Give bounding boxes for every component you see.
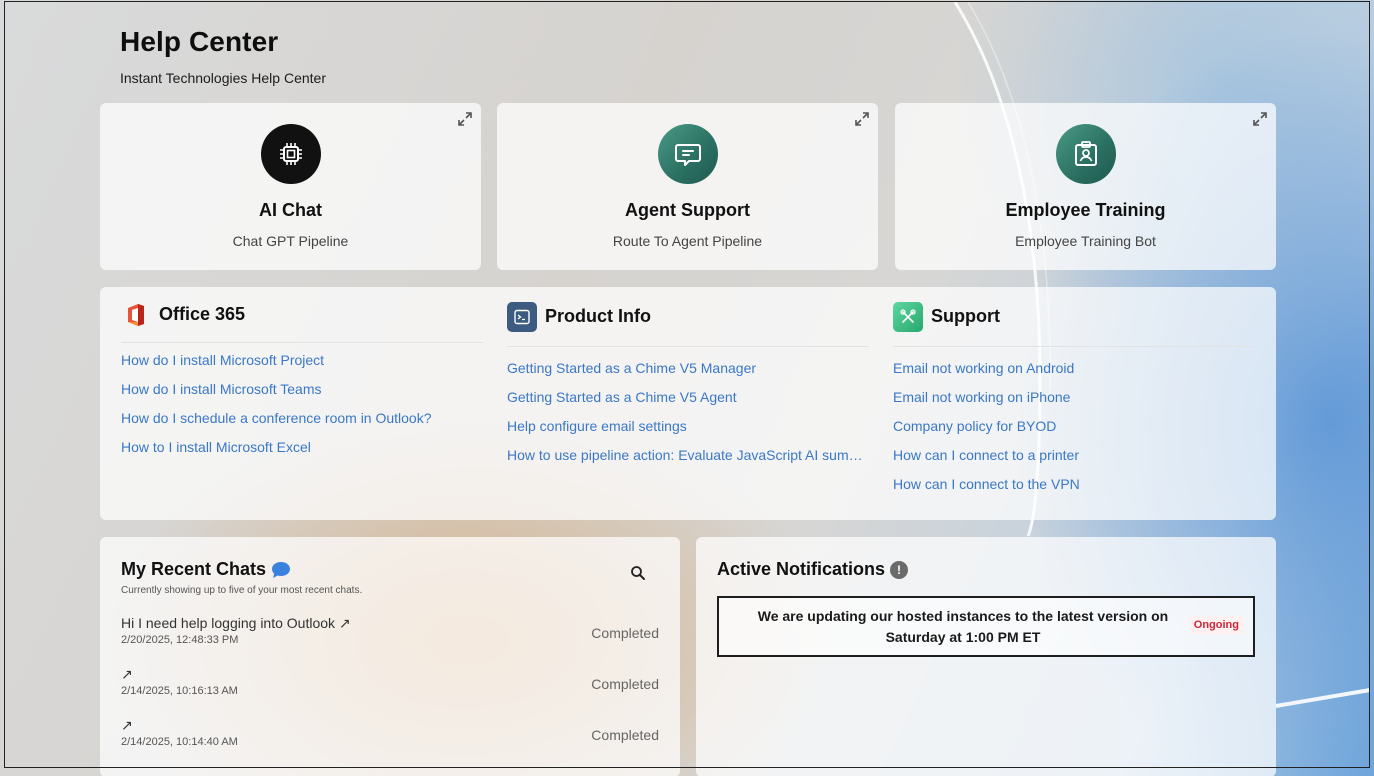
kb-link[interactable]: How do I schedule a conference room in O… — [121, 410, 483, 439]
pipeline-title: AI Chat — [259, 200, 322, 220]
chat-timestamp: 2/20/2025, 12:48:33 PM — [121, 634, 239, 646]
kb-column-title: Support — [931, 306, 1000, 326]
notification-text: We are updating our hosted instances to … — [757, 608, 1169, 645]
kb-column-title: Product Info — [545, 306, 651, 326]
chat-status: Completed — [591, 727, 659, 743]
chat-list-item[interactable]: Hi I need help logging into Outlook ↗ 2/… — [121, 615, 659, 660]
status-badge: Ongoing — [1188, 616, 1244, 634]
info-icon[interactable]: ! — [890, 560, 909, 579]
kb-link[interactable]: Help configure email settings — [507, 418, 869, 447]
cpu-chip-icon — [260, 124, 321, 184]
kb-link[interactable]: How do I install Microsoft Project — [121, 352, 483, 381]
pipeline-card-employee-training[interactable]: Employee Training Employee Training Bot — [895, 103, 1276, 270]
page-subtitle: Instant Technologies Help Center — [120, 70, 326, 86]
knowledge-base-panel: Office 365 How do I install Microsoft Pr… — [100, 287, 1276, 520]
expand-icon[interactable] — [458, 112, 472, 126]
kb-link[interactable]: Email not working on iPhone — [893, 389, 1255, 418]
page-title: Help Center — [120, 26, 279, 57]
kb-column-header: Product Info — [507, 287, 869, 347]
chat-message: ↗ — [121, 717, 133, 733]
kb-link[interactable]: How to use pipeline action: Evaluate Jav… — [507, 447, 869, 476]
search-icon[interactable] — [630, 565, 646, 581]
chat-message: Hi I need help logging into Outlook ↗ — [121, 615, 351, 631]
kb-link[interactable]: How can I connect to a printer — [893, 447, 1255, 476]
chat-status: Completed — [591, 625, 659, 641]
kb-column-office-365: Office 365 How do I install Microsoft Pr… — [121, 287, 483, 468]
pipeline-description: Chat GPT Pipeline — [232, 233, 349, 249]
kb-column-header: Office 365 — [121, 287, 483, 343]
office-365-logo-icon — [121, 300, 151, 330]
recent-chats-title-text: My Recent Chats — [121, 559, 267, 579]
notifications-panel: Active Notifications ! We are updating o… — [696, 537, 1276, 776]
chat-bubble-icon — [657, 124, 718, 184]
pipeline-title: Employee Training — [1005, 200, 1166, 220]
chat-message: ↗ — [121, 666, 133, 682]
pipeline-description: Route To Agent Pipeline — [612, 233, 763, 249]
chat-timestamp: 2/14/2025, 10:16:13 AM — [121, 685, 238, 697]
tools-icon — [893, 301, 923, 332]
pipeline-title: Agent Support — [625, 200, 750, 220]
pipeline-card-ai-chat[interactable]: AI Chat Chat GPT Pipeline — [100, 103, 481, 270]
kb-link[interactable]: Email not working on Android — [893, 360, 1255, 389]
kb-link-list: How do I install Microsoft Project How d… — [121, 352, 483, 468]
kb-column-product-info: Product Info Getting Started as a Chime … — [507, 287, 869, 476]
notifications-title: Active Notifications ! — [717, 559, 909, 580]
kb-link-list: Email not working on Android Email not w… — [893, 360, 1255, 505]
chat-timestamp: 2/14/2025, 10:14:40 AM — [121, 736, 238, 748]
notification-item[interactable]: We are updating our hosted instances to … — [717, 596, 1255, 657]
kb-link[interactable]: Company policy for BYOD — [893, 418, 1255, 447]
pipeline-description: Employee Training Bot — [1015, 233, 1156, 249]
kb-link[interactable]: Getting Started as a Chime V5 Agent — [507, 389, 869, 418]
kb-link[interactable]: How to I install Microsoft Excel — [121, 439, 483, 468]
kb-column-header: Support — [893, 287, 1255, 347]
expand-icon[interactable] — [855, 112, 869, 126]
recent-chats-panel: My Recent Chats Currently showing up to … — [100, 537, 680, 776]
recent-chats-hint: Currently showing up to five of your mos… — [121, 585, 363, 596]
notifications-title-text: Active Notifications — [717, 559, 886, 579]
chat-status: Completed — [591, 676, 659, 692]
chat-bubble-icon — [272, 561, 291, 578]
pipeline-card-agent-support[interactable]: Agent Support Route To Agent Pipeline — [497, 103, 878, 270]
chat-list-item[interactable]: ↗ 2/14/2025, 10:16:13 AM Completed — [121, 666, 659, 711]
kb-column-support: Support Email not working on Android Ema… — [893, 287, 1255, 505]
expand-icon[interactable] — [1253, 112, 1267, 126]
terminal-icon — [507, 301, 537, 332]
kb-column-title: Office 365 — [159, 304, 246, 324]
page-header: Help Center Instant Technologies Help Ce… — [120, 26, 326, 86]
kb-link[interactable]: How do I install Microsoft Teams — [121, 381, 483, 410]
kb-link-list: Getting Started as a Chime V5 Manager Ge… — [507, 360, 869, 476]
id-badge-icon — [1055, 124, 1116, 184]
kb-link[interactable]: Getting Started as a Chime V5 Manager — [507, 360, 869, 389]
recent-chats-title: My Recent Chats — [121, 559, 291, 580]
chat-list-item[interactable]: ↗ 2/14/2025, 10:14:40 AM Completed — [121, 717, 659, 762]
kb-link[interactable]: How can I connect to the VPN — [893, 476, 1255, 505]
